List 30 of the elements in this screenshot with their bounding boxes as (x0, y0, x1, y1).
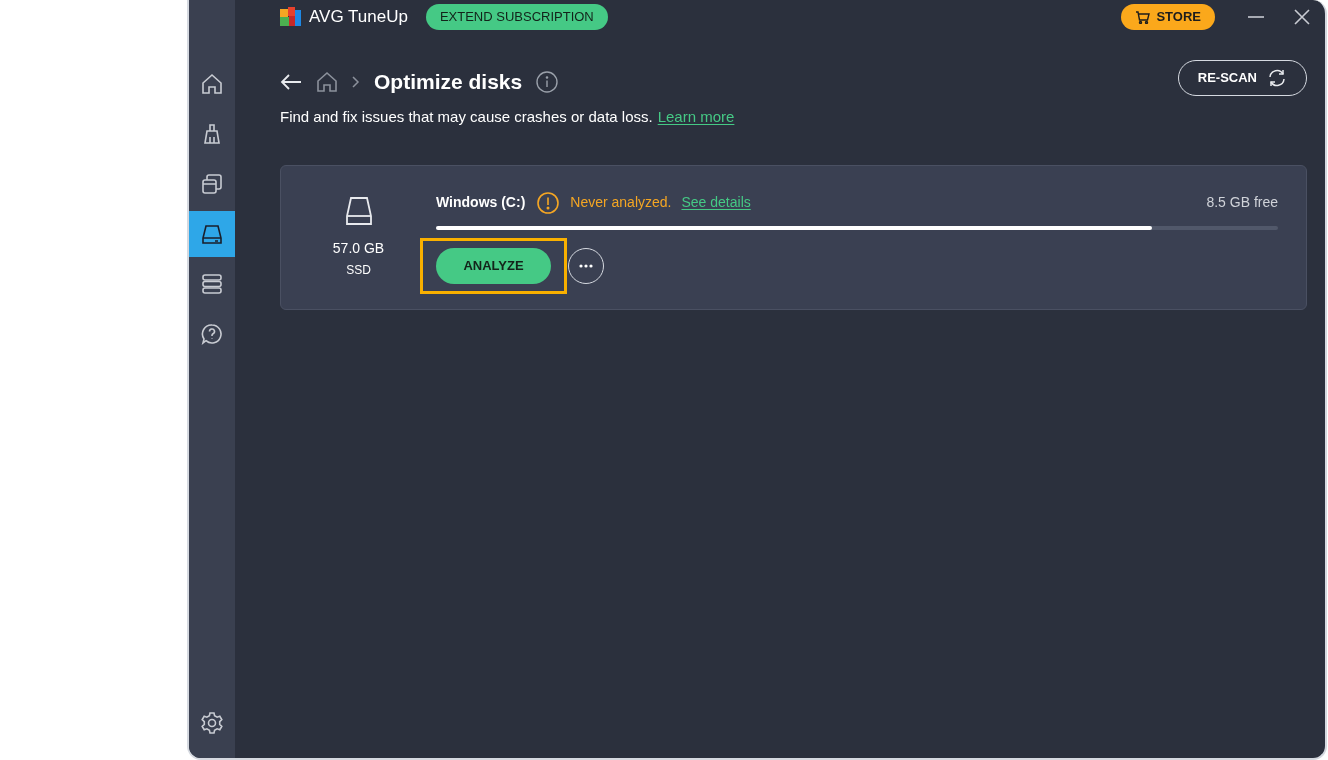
info-icon[interactable] (536, 71, 559, 93)
disk-name: Windows (C:) (436, 193, 526, 212)
refresh-icon (1267, 68, 1287, 88)
store-button[interactable]: STORE (1121, 4, 1215, 30)
back-arrow-icon[interactable] (280, 73, 302, 91)
free-space: 8.5 GB free (1206, 193, 1278, 212)
list-icon (201, 273, 223, 295)
sidebar-item[interactable] (189, 211, 235, 257)
page-description: Find and fix issues that may cause crashes or data loss. (280, 107, 653, 127)
home-icon[interactable] (316, 71, 338, 93)
extend-subscription-button[interactable]: EXTEND SUBSCRIPTION (425, 4, 608, 30)
brush-icon (201, 123, 223, 145)
home-icon (201, 73, 223, 95)
see-details-link[interactable]: See details (681, 192, 751, 213)
help-icon (201, 323, 223, 345)
page-title: Optimize disks (374, 69, 523, 96)
disk-type: SSD (346, 261, 371, 279)
warning-icon (537, 191, 560, 214)
learn-more-link[interactable]: Learn more (657, 106, 735, 129)
app-logo-icon (280, 7, 302, 27)
app-name: AVG TuneUp (309, 6, 408, 29)
chevron-icon (352, 76, 360, 88)
disk-size: 57.0 GB (332, 238, 385, 258)
windows-icon (201, 173, 223, 195)
ellipsis-icon (579, 263, 593, 268)
close-icon[interactable] (1293, 8, 1311, 26)
disk-status: Never analyzed. (570, 193, 672, 212)
analyze-button[interactable]: ANALYZE (436, 247, 551, 284)
settings-icon[interactable] (200, 711, 224, 735)
cart-icon (1135, 10, 1151, 24)
